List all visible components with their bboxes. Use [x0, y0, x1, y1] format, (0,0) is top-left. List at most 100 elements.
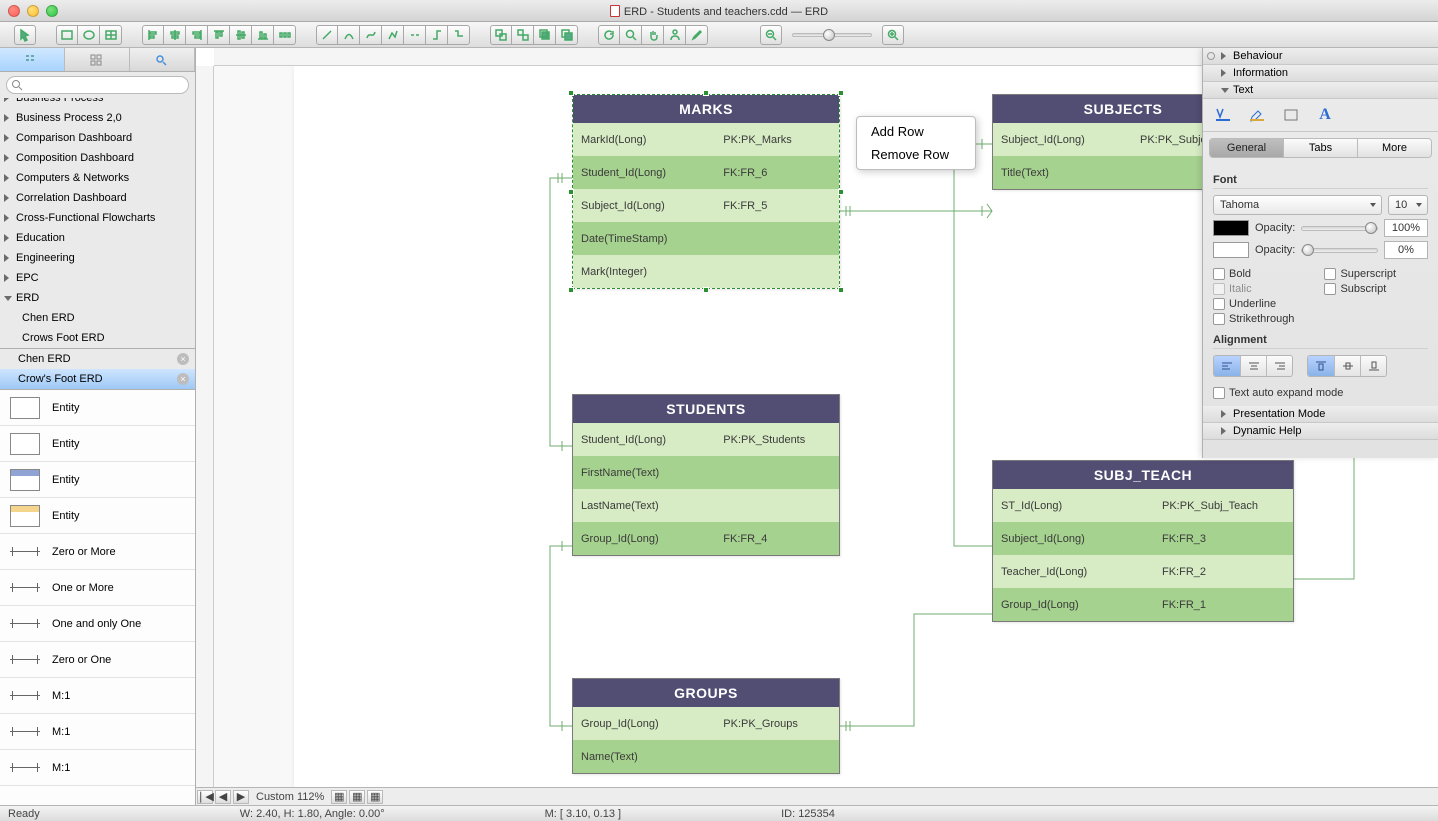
text-highlight-icon[interactable] — [1245, 105, 1269, 125]
inspector-tab-more[interactable]: More — [1357, 139, 1431, 157]
table-row[interactable]: Date(TimeStamp) — [573, 222, 839, 255]
stencil-item[interactable]: Zero or One — [0, 642, 195, 678]
table-row[interactable]: ST_Id(Long)PK:PK_Subj_Teach — [993, 489, 1293, 522]
grid-1-button[interactable]: ▦ — [331, 790, 347, 804]
sidebar-tab-grid[interactable] — [65, 48, 130, 71]
grid-2-button[interactable]: ▦ — [349, 790, 365, 804]
tree-item[interactable]: Business Process 2,0 — [0, 108, 195, 128]
align-right-tool[interactable] — [186, 25, 208, 45]
table-row[interactable]: Subject_Id(Long)FK:FR_3 — [993, 522, 1293, 555]
align-right-button[interactable] — [1266, 356, 1292, 376]
text-box-icon[interactable] — [1279, 105, 1303, 125]
bold-checkbox[interactable] — [1213, 268, 1225, 280]
bg-color-swatch[interactable] — [1213, 242, 1249, 258]
table-row[interactable]: MarkId(Long)PK:PK_Marks — [573, 123, 839, 156]
bring-front-tool[interactable] — [534, 25, 556, 45]
grid-3-button[interactable]: ▦ — [367, 790, 383, 804]
entity-marks[interactable]: MARKSMarkId(Long)PK:PK_MarksStudent_Id(L… — [572, 94, 840, 289]
auto-expand-checkbox[interactable] — [1213, 387, 1225, 399]
stencil-item[interactable]: M:1 — [0, 714, 195, 750]
tree-item[interactable]: Engineering — [0, 248, 195, 268]
tree-item[interactable]: ERD — [0, 288, 195, 308]
text-color-swatch[interactable] — [1213, 220, 1249, 236]
tree-item[interactable]: Cross-Functional Flowcharts — [0, 208, 195, 228]
connector-arc-tool[interactable] — [338, 25, 360, 45]
text-underline-color-icon[interactable] — [1211, 105, 1235, 125]
align-left-tool[interactable] — [142, 25, 164, 45]
refresh-tool[interactable] — [598, 25, 620, 45]
table-row[interactable]: Subject_Id(Long)FK:FR_5 — [573, 189, 839, 222]
table-row[interactable]: Student_Id(Long)FK:FR_6 — [573, 156, 839, 189]
tree-item[interactable]: Correlation Dashboard — [0, 188, 195, 208]
page-prev-button[interactable]: ◀ — [215, 790, 231, 804]
hand-tool[interactable] — [642, 25, 664, 45]
underline-checkbox[interactable] — [1213, 298, 1225, 310]
stencil-item[interactable]: One and only One — [0, 606, 195, 642]
send-back-tool[interactable] — [556, 25, 578, 45]
inspector-section-information[interactable]: Information — [1203, 65, 1438, 82]
zoom-window-button[interactable] — [46, 5, 58, 17]
zoom-in-button[interactable] — [882, 25, 904, 45]
ungroup-tool[interactable] — [512, 25, 534, 45]
connector-route-tool[interactable] — [448, 25, 470, 45]
sidebar-tab-search[interactable] — [130, 48, 195, 71]
ctx-remove-row[interactable]: Remove Row — [857, 143, 975, 166]
inspector-section-presentation[interactable]: Presentation Mode — [1203, 406, 1438, 423]
sidebar-search-input[interactable] — [6, 76, 189, 94]
inspector-section-behaviour[interactable]: Behaviour — [1203, 48, 1438, 65]
ellipse-tool[interactable] — [78, 25, 100, 45]
inspector-tab-general[interactable]: General — [1210, 139, 1283, 157]
align-center-button[interactable] — [1240, 356, 1266, 376]
zoom-slider[interactable] — [792, 33, 872, 37]
zoom-out-button[interactable] — [760, 25, 782, 45]
tree-subitem[interactable]: Crows Foot ERD — [0, 328, 195, 348]
tree-item[interactable]: Education — [0, 228, 195, 248]
text-font-icon[interactable]: A — [1313, 105, 1337, 125]
close-icon[interactable]: × — [177, 373, 189, 385]
align-center-h-tool[interactable] — [164, 25, 186, 45]
subscript-checkbox[interactable] — [1324, 283, 1336, 295]
inspector-section-help[interactable]: Dynamic Help — [1203, 423, 1438, 440]
minimize-window-button[interactable] — [27, 5, 39, 17]
text-opacity-slider[interactable] — [1301, 226, 1378, 231]
inspector-tab-tabs[interactable]: Tabs — [1283, 139, 1357, 157]
rect-tool[interactable] — [56, 25, 78, 45]
tree-item[interactable]: Business Process — [0, 98, 195, 108]
tree-item[interactable]: Computers & Networks — [0, 168, 195, 188]
align-middle-tool[interactable] — [230, 25, 252, 45]
table-row[interactable]: Group_Id(Long)PK:PK_Groups — [573, 707, 839, 740]
tree-subitem[interactable]: Chen ERD — [0, 308, 195, 328]
table-row[interactable]: Student_Id(Long)PK:PK_Students — [573, 423, 839, 456]
superscript-checkbox[interactable] — [1324, 268, 1336, 280]
text-opacity-value[interactable]: 100% — [1384, 219, 1428, 237]
entity-subj_teach[interactable]: SUBJ_TEACHST_Id(Long)PK:PK_Subj_TeachSub… — [992, 460, 1294, 622]
valign-top-button[interactable] — [1308, 356, 1334, 376]
align-left-button[interactable] — [1214, 356, 1240, 376]
distribute-tool[interactable] — [274, 25, 296, 45]
connector-curve-tool[interactable] — [360, 25, 382, 45]
table-row[interactable]: Mark(Integer) — [573, 255, 839, 288]
strike-checkbox[interactable] — [1213, 313, 1225, 325]
bg-opacity-slider[interactable] — [1301, 248, 1378, 253]
connector-break-tool[interactable] — [404, 25, 426, 45]
person-tool[interactable] — [664, 25, 686, 45]
stencil-item[interactable]: Entity — [0, 390, 195, 426]
sidebar-tab-tree[interactable] — [0, 48, 65, 71]
stencil-item[interactable]: M:1 — [0, 750, 195, 786]
close-window-button[interactable] — [8, 5, 20, 17]
inspector-section-text[interactable]: Text — [1203, 82, 1438, 99]
tree-item[interactable]: EPC — [0, 268, 195, 288]
italic-checkbox[interactable] — [1213, 283, 1225, 295]
table-row[interactable]: FirstName(Text) — [573, 456, 839, 489]
pointer-tool[interactable] — [14, 25, 36, 45]
page-first-button[interactable]: ❘◀ — [197, 790, 213, 804]
close-icon[interactable]: × — [177, 353, 189, 365]
stencil-item[interactable]: Entity — [0, 426, 195, 462]
tree-item[interactable]: Composition Dashboard — [0, 148, 195, 168]
entity-students[interactable]: STUDENTSStudent_Id(Long)PK:PK_StudentsFi… — [572, 394, 840, 556]
open-doc-item[interactable]: Chen ERD× — [0, 349, 195, 369]
font-size-select[interactable]: 10 — [1388, 195, 1428, 215]
valign-bottom-button[interactable] — [1360, 356, 1386, 376]
table-row[interactable]: Group_Id(Long)FK:FR_1 — [993, 588, 1293, 621]
stencil-item[interactable]: Entity — [0, 498, 195, 534]
